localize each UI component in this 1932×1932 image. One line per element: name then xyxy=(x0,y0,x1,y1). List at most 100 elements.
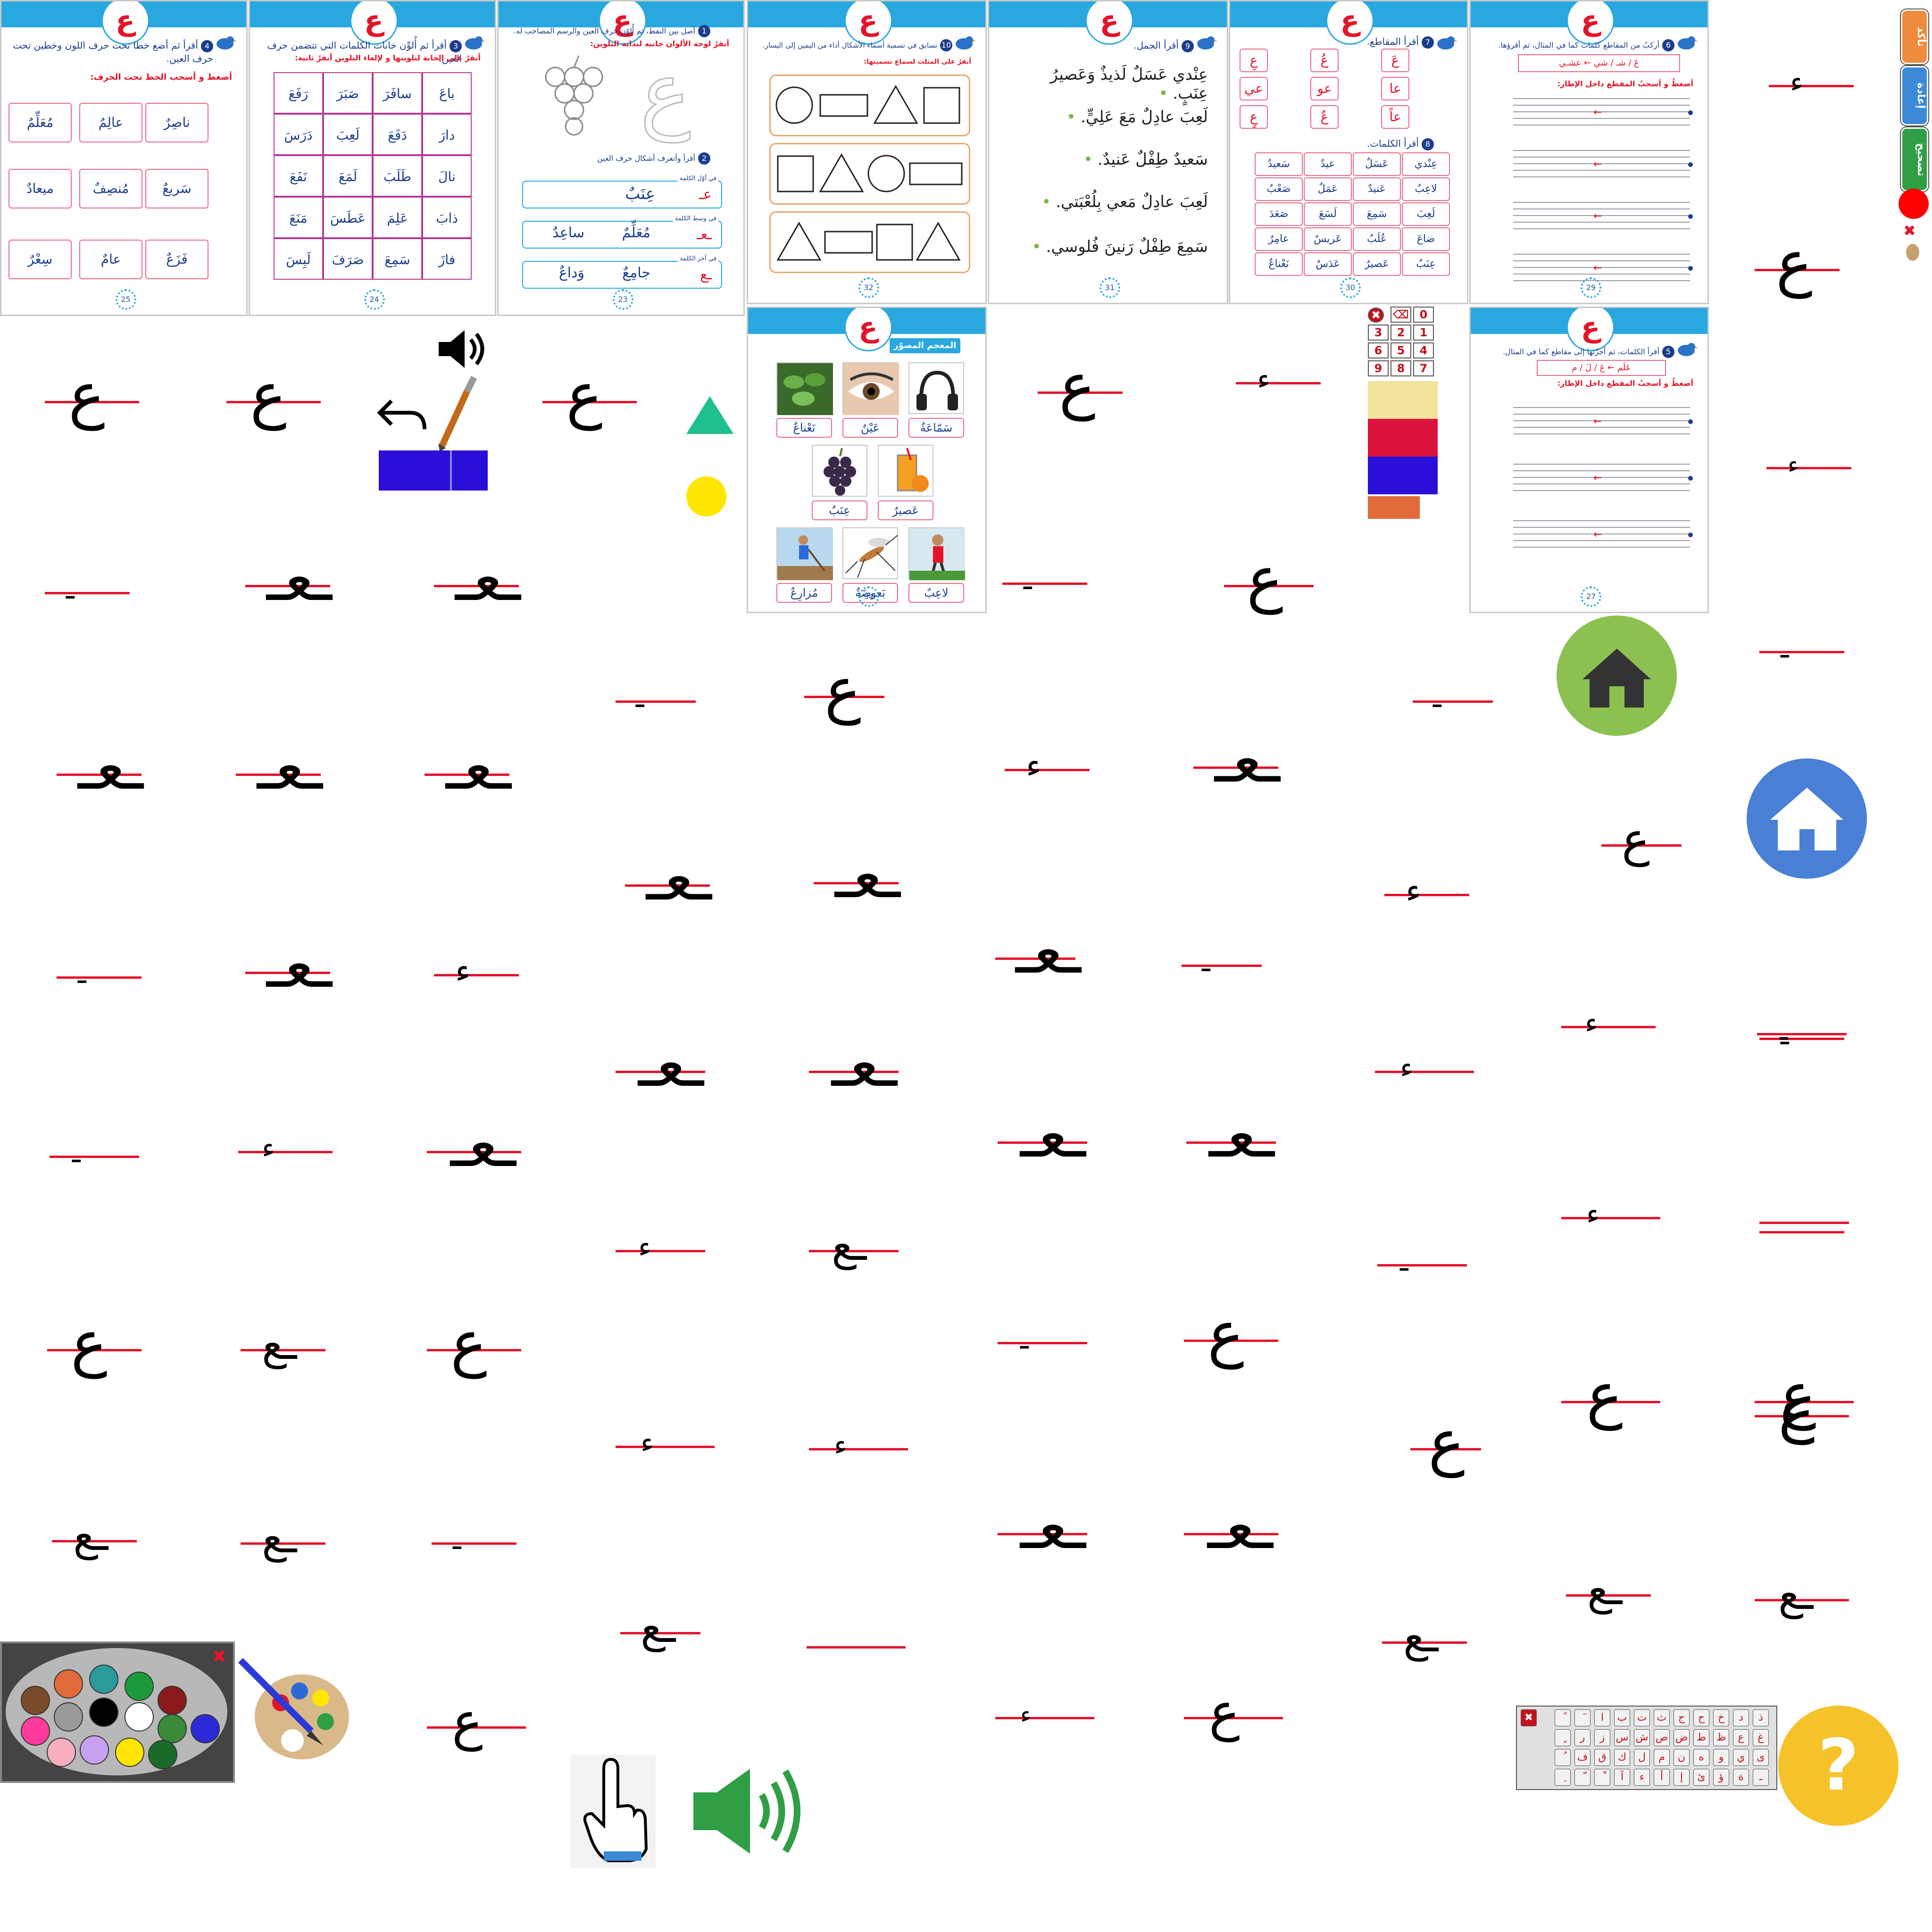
color-swatch-blue-2[interactable] xyxy=(452,450,488,491)
letter-trace-tile[interactable]: ء xyxy=(1766,439,1851,505)
word-box[interactable]: سَمِعَ xyxy=(1353,202,1401,226)
letter-trace-tile[interactable]: ـعـ xyxy=(998,1105,1087,1179)
letter-trace-tile[interactable]: ء xyxy=(1561,1189,1660,1255)
word-box[interactable]: عيدٌ xyxy=(1304,152,1352,176)
numpad-key-9[interactable]: 9 xyxy=(1368,360,1389,376)
letter-trace-tile[interactable]: ـع xyxy=(1566,1566,1651,1632)
palette-color-swatch[interactable] xyxy=(21,1716,50,1746)
word-box[interactable]: ميعادٌ xyxy=(8,169,72,208)
letter-trace-tile[interactable]: ع xyxy=(542,364,637,439)
palette-color-swatch[interactable] xyxy=(158,1714,187,1743)
letter-trace-tile[interactable]: ـعـ xyxy=(425,737,511,811)
keyboard-key[interactable]: ى xyxy=(1753,1749,1769,1766)
letter-trace-tile[interactable]: ء xyxy=(1375,1042,1474,1108)
grid-cell[interactable]: سَمِعَ xyxy=(373,238,422,280)
letter-trace-tile[interactable]: ـعـ xyxy=(616,1034,705,1108)
letter-trace-tile[interactable]: ع xyxy=(1410,1411,1481,1486)
keyboard-key[interactable]: آ xyxy=(1614,1769,1630,1786)
letter-trace-tile[interactable]: ء xyxy=(1005,741,1090,807)
word-box[interactable]: عامِرٌ xyxy=(1255,227,1303,251)
letter-trace-tile[interactable]: ـع xyxy=(241,1321,325,1387)
letter-trace-tile[interactable]: ـعـ xyxy=(427,1114,521,1189)
grid-cell[interactable]: ذابَ xyxy=(422,197,472,238)
keyboard-key[interactable]: ً xyxy=(1555,1709,1571,1726)
palette-color-swatch[interactable] xyxy=(125,1672,154,1701)
keyboard-key[interactable]: ح xyxy=(1693,1709,1709,1726)
grid-cell[interactable]: صَرَفَ xyxy=(323,238,373,280)
writing-frame[interactable]: ← xyxy=(1513,202,1693,235)
grid-cell[interactable]: فازَ xyxy=(422,238,472,280)
dictionary-item[interactable]: عَيْنٌ xyxy=(842,362,899,440)
dictionary-item[interactable]: عِنَبٌ xyxy=(812,445,867,523)
keyboard-key[interactable]: ك xyxy=(1614,1749,1630,1766)
keyboard-key[interactable]: ا xyxy=(1594,1709,1610,1726)
numpad-key-7[interactable]: 7 xyxy=(1413,360,1434,376)
palette-icon[interactable] xyxy=(236,1651,354,1769)
keyboard-key[interactable]: ـ xyxy=(1753,1769,1769,1786)
color-swatch-orange[interactable] xyxy=(1368,496,1420,519)
color-swatch-blue[interactable] xyxy=(1368,457,1438,494)
keyboard-key[interactable]: ر xyxy=(1574,1729,1591,1746)
word-box[interactable]: عَصيرٌ xyxy=(1353,252,1401,276)
word-box[interactable]: عَريسٌ xyxy=(1304,227,1352,251)
letter-trace-tile[interactable]: ع xyxy=(1755,232,1840,307)
letter-trace-tile[interactable]: ع xyxy=(226,364,321,439)
dictionary-item[interactable]: عَصيرٌ xyxy=(878,445,933,523)
grid-cell[interactable]: عَطَسَ xyxy=(323,197,373,238)
letter-trace-tile[interactable]: ـ xyxy=(57,948,142,1014)
keyboard-close-key[interactable]: ✖ xyxy=(1521,1709,1537,1726)
numpad-key-4[interactable]: 4 xyxy=(1413,342,1434,358)
letter-trace-tile[interactable] xyxy=(1759,1193,1849,1259)
word-box[interactable]: لَسَعَ xyxy=(1304,202,1352,226)
letter-trace-tile[interactable]: ع xyxy=(1755,1364,1854,1439)
keyboard-key[interactable]: ط xyxy=(1693,1729,1709,1746)
keyboard-key[interactable]: ص xyxy=(1654,1729,1670,1746)
letter-trace-tile[interactable]: ـ xyxy=(1002,554,1087,620)
letter-trace-tile[interactable] xyxy=(807,1618,906,1684)
letter-trace-tile[interactable]: ـ xyxy=(1413,672,1493,738)
letter-trace-tile[interactable]: ـ xyxy=(1759,623,1844,689)
syllable-box[interactable]: عو xyxy=(1310,77,1339,100)
letter-trace-tile[interactable]: ـع xyxy=(52,1512,137,1578)
letter-trace-tile[interactable]: ء xyxy=(616,1417,715,1483)
keyboard-key[interactable]: أ xyxy=(1654,1769,1670,1786)
word-box[interactable]: ضاعَ xyxy=(1402,227,1450,251)
palette-color-swatch[interactable] xyxy=(54,1702,83,1732)
dictionary-item[interactable]: مُزارِعٌ xyxy=(776,527,833,605)
keyboard-key[interactable]: ٓ xyxy=(1574,1709,1591,1726)
grid-cell[interactable]: لَمَعَ xyxy=(323,155,373,197)
palette-color-swatch[interactable] xyxy=(125,1702,154,1732)
writing-frame[interactable]: ← xyxy=(1513,150,1693,183)
numpad-close-key[interactable]: ✖ xyxy=(1368,308,1384,323)
home-button-blue[interactable] xyxy=(1747,758,1867,879)
letter-trace-tile[interactable]: ـ xyxy=(1182,936,1262,1002)
word-box[interactable]: لاعِبٌ xyxy=(1402,177,1450,201)
letter-trace-tile[interactable]: ء xyxy=(1236,354,1321,420)
letter-trace-tile[interactable]: ـعـ xyxy=(245,935,332,1009)
keyboard-key[interactable]: ّ xyxy=(1574,1769,1591,1786)
color-swatch-blue[interactable] xyxy=(379,450,452,491)
letter-trace-tile[interactable]: ـعـ xyxy=(1186,1105,1276,1179)
letter-trace-tile[interactable]: ـ xyxy=(1757,1005,1847,1071)
letter-trace-tile[interactable]: ـ xyxy=(45,564,130,630)
letter-trace-tile[interactable]: ء xyxy=(809,1420,908,1486)
word-box[interactable]: نَعْناعٌ xyxy=(1255,252,1303,276)
letter-trace-tile[interactable]: ء xyxy=(1561,998,1656,1064)
word-box[interactable]: عِنْدي xyxy=(1402,152,1450,176)
letter-trace-tile[interactable]: ـع xyxy=(241,1514,325,1580)
letter-trace-tile[interactable]: ء xyxy=(995,1689,1094,1755)
palette-color-swatch[interactable] xyxy=(148,1740,177,1769)
letter-trace-tile[interactable]: ـعـ xyxy=(809,1034,899,1108)
letter-trace-tile[interactable]: ع xyxy=(427,1695,526,1764)
letter-trace-tile[interactable]: ع xyxy=(1561,1364,1660,1439)
keyboard-key[interactable]: ق xyxy=(1594,1749,1610,1766)
writing-frame[interactable]: ← xyxy=(1513,407,1693,440)
palette-color-swatch[interactable] xyxy=(80,1735,109,1765)
syllable-box[interactable]: عَ xyxy=(1381,49,1409,72)
word-box[interactable]: عَدَسٌ xyxy=(1304,252,1352,276)
letter-trace-tile[interactable]: ع xyxy=(45,364,139,439)
reset-tab[interactable]: إعادة xyxy=(1901,66,1928,125)
palette-color-swatch[interactable] xyxy=(54,1669,83,1699)
keyboard-key[interactable]: ذ xyxy=(1753,1709,1769,1726)
keyboard-key[interactable]: خ xyxy=(1713,1709,1729,1726)
